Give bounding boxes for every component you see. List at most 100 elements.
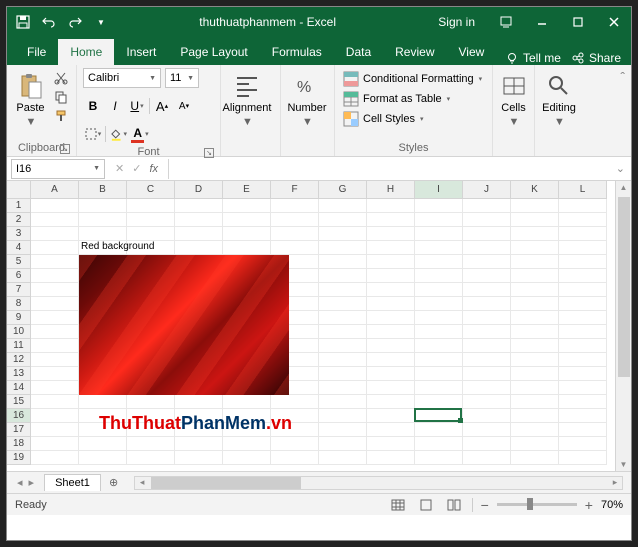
cell[interactable] [367, 227, 415, 241]
decrease-font-button[interactable]: A▾ [174, 96, 194, 116]
cell[interactable] [127, 199, 175, 213]
row-header[interactable]: 17 [7, 423, 31, 437]
share-button[interactable]: Share [571, 51, 621, 65]
column-header[interactable]: B [79, 181, 127, 199]
cell[interactable] [415, 395, 463, 409]
name-box[interactable]: I16▼ [11, 159, 105, 179]
cell[interactable] [319, 283, 367, 297]
bold-button[interactable]: B [83, 96, 103, 116]
cell[interactable] [31, 199, 79, 213]
cell[interactable] [319, 241, 367, 255]
italic-button[interactable]: I [105, 96, 125, 116]
cell[interactable] [511, 339, 559, 353]
cell[interactable] [367, 395, 415, 409]
cell[interactable] [367, 297, 415, 311]
cell[interactable] [415, 297, 463, 311]
row-header[interactable]: 13 [7, 367, 31, 381]
cell[interactable] [463, 227, 511, 241]
cell[interactable] [367, 241, 415, 255]
row-header[interactable]: 15 [7, 395, 31, 409]
ribbon-options-icon[interactable] [489, 7, 523, 37]
alignment-button[interactable]: Alignment ▼ [227, 68, 267, 128]
cell[interactable] [271, 227, 319, 241]
cell[interactable] [415, 381, 463, 395]
cell[interactable] [463, 409, 511, 423]
cells-button[interactable]: Cells ▼ [499, 68, 528, 128]
cell[interactable] [319, 199, 367, 213]
select-all-corner[interactable] [7, 181, 31, 199]
cell[interactable] [415, 409, 463, 423]
cell[interactable] [559, 255, 607, 269]
cell[interactable] [559, 311, 607, 325]
tab-view[interactable]: View [447, 39, 497, 65]
new-sheet-button[interactable]: ⊕ [101, 476, 126, 489]
cell[interactable] [175, 227, 223, 241]
increase-font-button[interactable]: A▴ [152, 96, 172, 116]
cell[interactable] [463, 213, 511, 227]
row-header[interactable]: 11 [7, 339, 31, 353]
cell[interactable] [31, 297, 79, 311]
expand-formula-bar-icon[interactable]: ⌄ [610, 162, 631, 175]
cell[interactable] [319, 409, 367, 423]
cell[interactable] [559, 437, 607, 451]
cell[interactable] [559, 297, 607, 311]
cell[interactable] [511, 381, 559, 395]
cell[interactable] [31, 353, 79, 367]
page-layout-view-button[interactable] [416, 497, 436, 513]
cancel-formula-icon[interactable]: ✕ [115, 162, 124, 175]
cell[interactable] [175, 395, 223, 409]
cell[interactable] [367, 381, 415, 395]
column-header[interactable]: A [31, 181, 79, 199]
cell[interactable] [367, 409, 415, 423]
maximize-button[interactable] [561, 7, 595, 37]
cell[interactable] [511, 395, 559, 409]
cell[interactable] [319, 339, 367, 353]
cell[interactable] [415, 213, 463, 227]
cell[interactable] [511, 311, 559, 325]
cell[interactable] [511, 283, 559, 297]
cell[interactable] [463, 353, 511, 367]
cell[interactable] [511, 423, 559, 437]
row-header[interactable]: 18 [7, 437, 31, 451]
dialog-launcher-icon[interactable]: ↘ [60, 144, 70, 154]
cell[interactable] [559, 367, 607, 381]
formula-input[interactable] [168, 159, 610, 179]
column-header[interactable]: D [175, 181, 223, 199]
column-header[interactable]: K [511, 181, 559, 199]
cell[interactable] [559, 227, 607, 241]
cell[interactable] [415, 451, 463, 465]
cell[interactable] [175, 241, 223, 255]
cell[interactable] [223, 437, 271, 451]
cell[interactable] [271, 437, 319, 451]
cell[interactable] [31, 269, 79, 283]
cell[interactable] [511, 367, 559, 381]
cell[interactable] [463, 269, 511, 283]
cell[interactable] [559, 381, 607, 395]
cell[interactable] [31, 255, 79, 269]
cell[interactable] [31, 395, 79, 409]
cell[interactable] [367, 353, 415, 367]
column-header[interactable]: I [415, 181, 463, 199]
cell[interactable] [31, 423, 79, 437]
cell[interactable] [223, 213, 271, 227]
cell[interactable] [319, 255, 367, 269]
cell[interactable] [271, 451, 319, 465]
cell[interactable] [319, 297, 367, 311]
cell[interactable] [511, 451, 559, 465]
font-size-select[interactable]: 11▼ [165, 68, 199, 88]
cell[interactable] [367, 451, 415, 465]
cell[interactable] [223, 227, 271, 241]
cell[interactable] [415, 241, 463, 255]
cell[interactable] [559, 199, 607, 213]
cell[interactable] [511, 325, 559, 339]
column-header[interactable]: C [127, 181, 175, 199]
cell[interactable] [463, 339, 511, 353]
cell[interactable] [463, 437, 511, 451]
cell[interactable] [319, 353, 367, 367]
row-header[interactable]: 2 [7, 213, 31, 227]
cell[interactable] [559, 269, 607, 283]
cell[interactable] [31, 241, 79, 255]
cell[interactable] [367, 269, 415, 283]
cell[interactable] [319, 395, 367, 409]
cell[interactable] [463, 381, 511, 395]
